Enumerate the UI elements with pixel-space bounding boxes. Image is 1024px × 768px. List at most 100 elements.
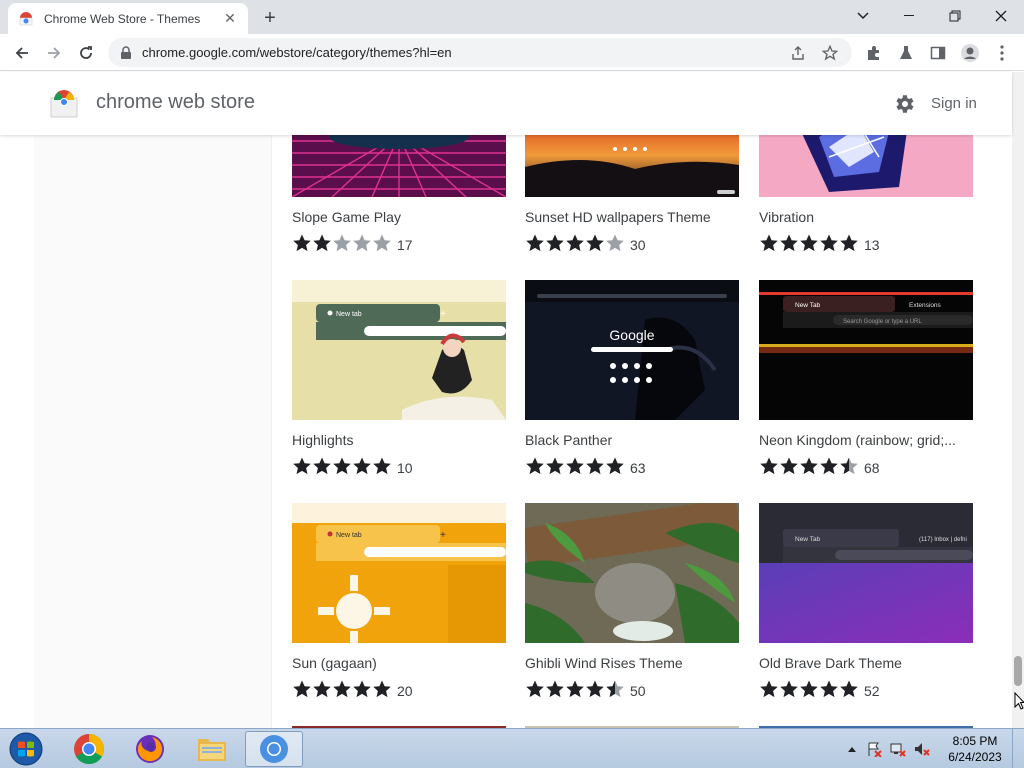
theme-card[interactable]: Vibration 13: [759, 135, 973, 267]
star-icon: [606, 680, 624, 697]
tab-close-icon[interactable]: ✕: [222, 10, 238, 27]
show-hidden-icons-icon[interactable]: [844, 741, 860, 757]
tab-title: Chrome Web Store - Themes: [44, 11, 201, 26]
rating-stars: [759, 456, 859, 481]
thumb-inbox-label: (117) Inbox | defni: [919, 537, 967, 543]
star-icon: [586, 457, 604, 474]
signin-link[interactable]: Sign in: [931, 95, 977, 112]
theme-rating: 52: [759, 679, 880, 704]
star-icon: [546, 680, 564, 697]
webstore-header: chrome web store Sign in: [0, 72, 1012, 135]
rating-stars: [292, 233, 392, 258]
theme-card[interactable]: Google Black Panther 63: [525, 280, 739, 490]
theme-card[interactable]: New tab + Highlights 10: [292, 280, 506, 490]
firefox-taskbar-icon[interactable]: [121, 731, 179, 767]
theme-name[interactable]: Sun (gagaan): [292, 655, 506, 671]
theme-rating: 63: [525, 456, 646, 481]
theme-thumbnail[interactable]: [292, 135, 506, 197]
theme-name[interactable]: Ghibli Wind Rises Theme: [525, 655, 739, 671]
rating-stars: [525, 456, 625, 481]
reload-button[interactable]: [72, 39, 100, 67]
share-icon[interactable]: [788, 43, 808, 63]
star-icon: [353, 234, 371, 251]
star-icon: [586, 234, 604, 251]
bookmark-star-icon[interactable]: [820, 43, 840, 63]
category-sidebar: [34, 135, 272, 728]
browser-tab[interactable]: Chrome Web Store - Themes ✕: [8, 3, 248, 34]
settings-gear-icon[interactable]: [892, 92, 916, 116]
star-icon: [586, 680, 604, 697]
network-icon[interactable]: [890, 741, 906, 757]
address-bar[interactable]: chrome.google.com/webstore/category/them…: [108, 38, 852, 67]
main-content: Slope Game Play 17 Sunset HD wallpapers …: [0, 135, 1012, 728]
rating-stars: [759, 233, 859, 258]
new-tab-button[interactable]: +: [258, 6, 282, 30]
star-icon: [566, 680, 584, 697]
rating-stars: [759, 679, 859, 704]
extensions-puzzle-icon[interactable]: [863, 42, 885, 64]
star-icon: [373, 457, 391, 474]
theme-thumbnail[interactable]: New tab +: [292, 280, 506, 420]
side-panel-icon[interactable]: [927, 42, 949, 64]
theme-rating: 68: [759, 456, 880, 481]
webstore-logo-icon[interactable]: [50, 88, 78, 118]
star-icon: [780, 680, 798, 697]
theme-card[interactable]: New Tab Extensions Search Google or type…: [759, 280, 973, 490]
chromium-taskbar-icon[interactable]: [245, 731, 303, 767]
star-icon: [333, 457, 351, 474]
start-button[interactable]: [6, 731, 46, 767]
star-icon: [313, 234, 331, 251]
url-text[interactable]: chrome.google.com/webstore/category/them…: [142, 45, 788, 60]
forward-button[interactable]: [40, 39, 68, 67]
rating-count: 50: [630, 683, 646, 699]
close-window-button[interactable]: [978, 2, 1024, 30]
back-button[interactable]: [8, 39, 36, 67]
star-icon: [800, 234, 818, 251]
star-icon: [760, 234, 778, 251]
volume-muted-icon[interactable]: [914, 741, 930, 757]
show-desktop-button[interactable]: [1012, 729, 1024, 768]
theme-name[interactable]: Slope Game Play: [292, 209, 506, 225]
theme-thumbnail[interactable]: [525, 503, 739, 643]
theme-card[interactable]: New tab + Sun (gagaan) 20: [292, 503, 506, 713]
theme-thumbnail[interactable]: [525, 135, 739, 197]
star-icon: [840, 457, 858, 474]
star-icon: [760, 680, 778, 697]
theme-thumbnail[interactable]: [759, 135, 973, 197]
theme-name[interactable]: Black Panther: [525, 432, 739, 448]
lock-icon[interactable]: [120, 45, 134, 60]
rating-count: 20: [397, 683, 413, 699]
theme-name[interactable]: Highlights: [292, 432, 506, 448]
theme-card[interactable]: Ghibli Wind Rises Theme 50: [525, 503, 739, 713]
menu-kebab-icon[interactable]: [991, 42, 1013, 64]
lab-flask-icon[interactable]: [895, 42, 917, 64]
tab-search-chevron-icon[interactable]: [840, 2, 886, 30]
theme-name[interactable]: Neon Kingdom (rainbow; grid;...: [759, 432, 973, 448]
theme-thumbnail[interactable]: New Tab Extensions Search Google or type…: [759, 280, 973, 420]
rating-count: 10: [397, 460, 413, 476]
chrome-taskbar-icon[interactable]: [60, 731, 118, 767]
theme-name[interactable]: Vibration: [759, 209, 973, 225]
page-scrollbar[interactable]: [1012, 72, 1024, 728]
rating-count: 68: [864, 460, 880, 476]
thumb-extensions-label: Extensions: [909, 302, 942, 309]
webstore-title[interactable]: chrome web store: [96, 91, 255, 114]
scrollbar-thumb[interactable]: [1014, 656, 1022, 686]
theme-card[interactable]: Sunset HD wallpapers Theme 30: [525, 135, 739, 267]
theme-thumbnail[interactable]: Google: [525, 280, 739, 420]
theme-thumbnail[interactable]: New Tab (117) Inbox | defni: [759, 503, 973, 643]
theme-thumbnail[interactable]: New tab +: [292, 503, 506, 643]
theme-name[interactable]: Old Brave Dark Theme: [759, 655, 973, 671]
minimize-button[interactable]: [886, 2, 932, 30]
action-center-flag-icon[interactable]: [866, 741, 882, 757]
profile-avatar-icon[interactable]: [959, 42, 981, 64]
theme-card[interactable]: New Tab (117) Inbox | defni Old Brave Da…: [759, 503, 973, 713]
file-explorer-taskbar-icon[interactable]: [183, 731, 241, 767]
thumb-search-placeholder: Search Google or type a URL: [843, 319, 922, 325]
restore-button[interactable]: [932, 2, 978, 30]
taskbar-clock[interactable]: 8:05 PM 6/24/2023: [942, 733, 1008, 765]
star-icon: [820, 234, 838, 251]
theme-name[interactable]: Sunset HD wallpapers Theme: [525, 209, 739, 225]
thumb-tab-label: New tab: [336, 532, 362, 539]
theme-card[interactable]: Slope Game Play 17: [292, 135, 506, 267]
